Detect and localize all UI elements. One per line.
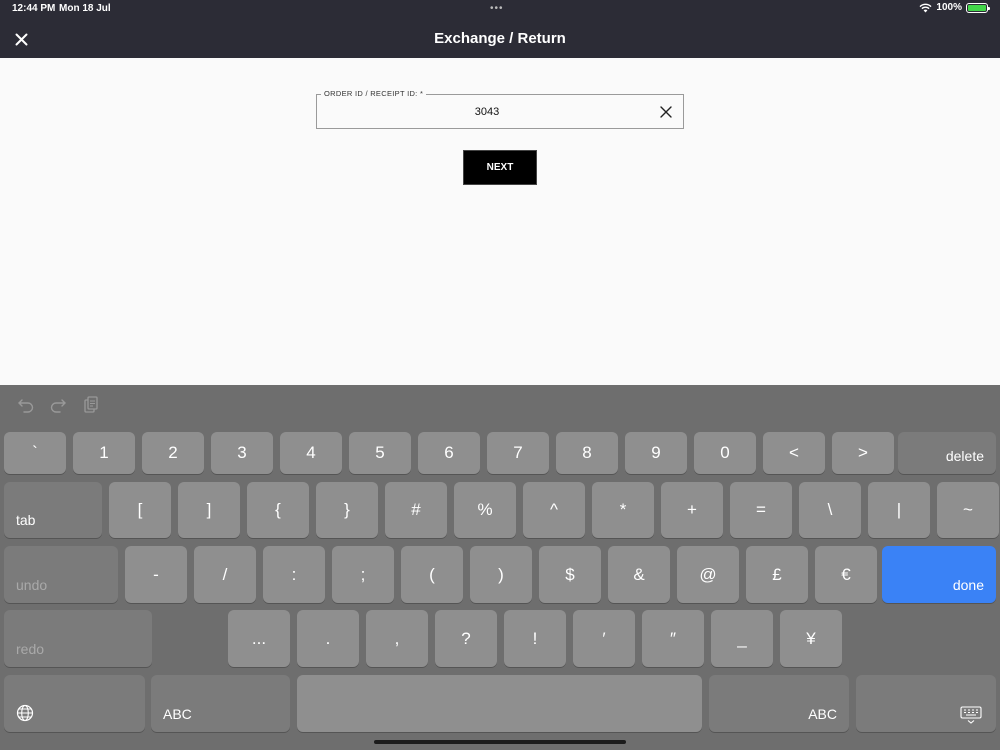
abc-key[interactable]: ABC xyxy=(709,675,849,732)
key[interactable]: % xyxy=(454,482,516,538)
key[interactable]: 7 xyxy=(487,432,549,474)
wifi-icon xyxy=(919,3,932,12)
keyboard-dismiss-icon xyxy=(960,706,982,724)
key-label: redo xyxy=(16,641,45,657)
key[interactable]: 8 xyxy=(556,432,618,474)
key[interactable]: 9 xyxy=(625,432,687,474)
undo-key[interactable]: undo xyxy=(4,546,118,603)
key-label: ABC xyxy=(808,706,837,722)
key[interactable]: / xyxy=(194,546,256,603)
key[interactable]: & xyxy=(608,546,670,603)
key[interactable]: | xyxy=(868,482,930,538)
key[interactable]: + xyxy=(661,482,723,538)
paste-icon[interactable] xyxy=(81,395,101,415)
tab-key[interactable]: tab xyxy=(4,482,102,538)
key[interactable]: ) xyxy=(470,546,532,603)
delete-key[interactable]: delete xyxy=(898,432,996,474)
key[interactable]: > xyxy=(832,432,894,474)
status-right: 100% xyxy=(919,2,990,13)
key[interactable]: £ xyxy=(746,546,808,603)
multitasking-dots[interactable]: ••• xyxy=(490,3,504,14)
key[interactable]: 6 xyxy=(418,432,480,474)
key[interactable]: ^ xyxy=(523,482,585,538)
key[interactable]: _ xyxy=(711,610,773,667)
key[interactable]: ¥ xyxy=(780,610,842,667)
battery-fill xyxy=(968,4,986,11)
battery-icon xyxy=(966,2,990,13)
key[interactable]: ′ xyxy=(573,610,635,667)
key[interactable]: 4 xyxy=(280,432,342,474)
key[interactable]: 0 xyxy=(694,432,756,474)
key-label: tab xyxy=(16,512,36,528)
clear-icon[interactable] xyxy=(659,105,673,119)
next-button[interactable]: NEXT xyxy=(463,150,537,185)
keyboard: ` 1 2 3 4 5 6 7 8 9 0 < > delete tab []{} #% ^ * + = \ | ~ undo -… xyxy=(0,385,1000,750)
key[interactable]: , xyxy=(366,610,428,667)
key[interactable]: } xyxy=(316,482,378,538)
key[interactable]: ? xyxy=(435,610,497,667)
globe-key[interactable] xyxy=(4,675,145,732)
app-header: 12:44 PM Mon 18 Jul ••• 100% Exchange / … xyxy=(0,0,1000,58)
key[interactable]: : xyxy=(263,546,325,603)
space-key[interactable] xyxy=(297,675,702,732)
undo-icon[interactable] xyxy=(16,395,36,415)
key[interactable]: { xyxy=(247,482,309,538)
abc-key[interactable]: ABC xyxy=(151,675,290,732)
key[interactable]: ( xyxy=(401,546,463,603)
key[interactable]: . xyxy=(297,610,359,667)
key[interactable]: < xyxy=(763,432,825,474)
key[interactable]: ~ xyxy=(937,482,999,538)
key[interactable]: ` xyxy=(4,432,66,474)
redo-icon[interactable] xyxy=(48,395,68,415)
key[interactable]: ] xyxy=(178,482,240,538)
key[interactable]: 5 xyxy=(349,432,411,474)
key[interactable]: ... xyxy=(228,610,290,667)
order-id-field[interactable]: ORDER ID / RECEIPT ID: * xyxy=(316,89,684,129)
key[interactable]: \ xyxy=(799,482,861,538)
home-indicator xyxy=(374,740,626,744)
key-label: ABC xyxy=(163,706,192,722)
key[interactable]: * xyxy=(592,482,654,538)
battery-percent: 100% xyxy=(936,2,962,13)
status-date: Mon 18 Jul xyxy=(59,3,111,14)
key[interactable]: @ xyxy=(677,546,739,603)
key[interactable]: 3 xyxy=(211,432,273,474)
order-id-input[interactable] xyxy=(317,95,657,128)
key[interactable]: ! xyxy=(504,610,566,667)
page-title: Exchange / Return xyxy=(434,30,566,47)
key[interactable]: 2 xyxy=(142,432,204,474)
key[interactable]: - xyxy=(125,546,187,603)
key[interactable]: # xyxy=(385,482,447,538)
status-time: 12:44 PM xyxy=(12,3,56,14)
key[interactable]: 1 xyxy=(73,432,135,474)
globe-icon xyxy=(16,704,34,722)
key[interactable]: [ xyxy=(109,482,171,538)
key[interactable]: ; xyxy=(332,546,394,603)
key[interactable]: € xyxy=(815,546,877,603)
key-label: delete xyxy=(945,448,984,464)
hide-keyboard-key[interactable] xyxy=(856,675,996,732)
key-label: undo xyxy=(16,577,48,593)
redo-key[interactable]: redo xyxy=(4,610,152,667)
done-key[interactable]: done xyxy=(882,546,996,603)
key[interactable]: $ xyxy=(539,546,601,603)
battery-tip xyxy=(988,6,990,10)
key[interactable]: ″ xyxy=(642,610,704,667)
key[interactable]: = xyxy=(730,482,792,538)
key-label: done xyxy=(952,577,984,593)
